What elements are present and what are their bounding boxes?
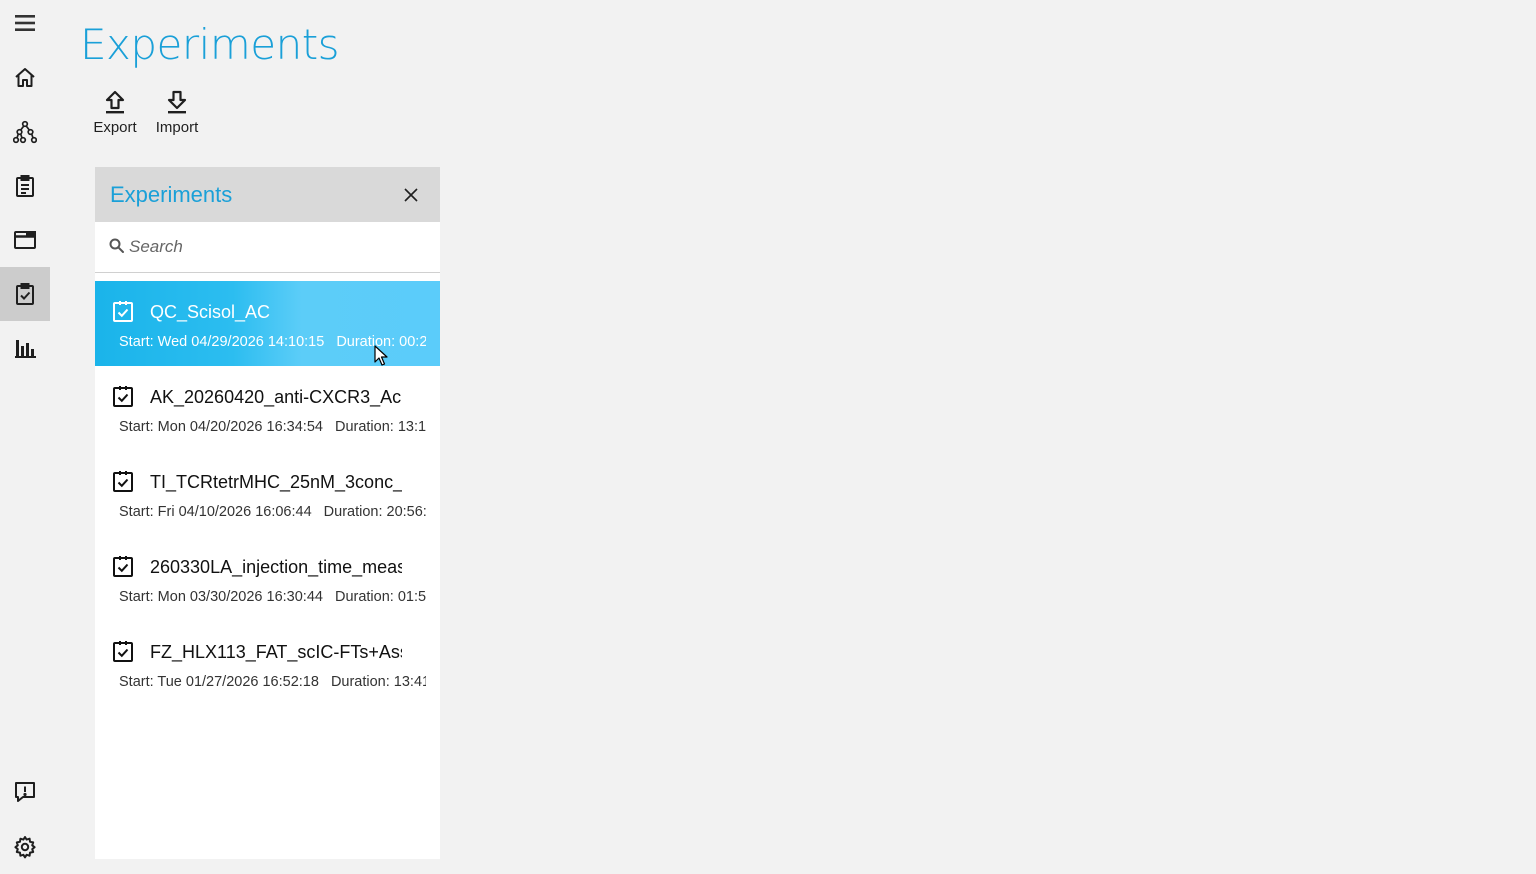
export-button[interactable]: Export [85, 90, 145, 142]
experiment-row[interactable]: FZ_HLX113_FAT_scIC-FTs+Association Start… [95, 621, 440, 706]
nav-windows[interactable] [0, 213, 50, 267]
experiment-start: Start: Tue 01/27/2026 16:52:18 [119, 674, 319, 690]
experiment-meta: Start: Tue 01/27/2026 16:52:18 Duration: … [119, 672, 426, 692]
experiment-name: FZ_HLX113_FAT_scIC-FTs+Association [150, 642, 402, 662]
page-title: Experiments [80, 20, 340, 69]
experiment-start: Start: Wed 04/29/2026 14:10:15 [119, 334, 325, 350]
clipboard-check-icon [16, 283, 34, 305]
close-panel-button[interactable] [399, 183, 423, 207]
experiment-name: QC_Scisol_AC [150, 302, 271, 322]
experiment-list: QC_Scisol_AC Start: Wed 04/29/2026 14:10… [95, 281, 440, 706]
clipboard-check-icon [113, 386, 133, 407]
nav-settings[interactable] [0, 820, 50, 874]
experiment-start: Start: Mon 04/20/2026 16:34:54 [119, 419, 323, 435]
panel-header: Experiments [95, 167, 440, 222]
experiment-start: Start: Mon 03/30/2026 16:30:44 [119, 589, 323, 605]
experiments-panel: Experiments QC_Scisol_AC Start: Wed 04/2… [95, 167, 440, 859]
experiment-duration: Duration: 20:56:31 [323, 504, 426, 520]
clipboard-check-icon [113, 556, 133, 577]
nav-methods[interactable] [0, 159, 50, 213]
import-label: Import [155, 119, 199, 136]
clipboard-icon [16, 175, 34, 197]
search-input[interactable] [129, 232, 429, 262]
experiment-row[interactable]: 260330LA_injection_time_measurement Star… [95, 536, 440, 621]
nav-workflow[interactable] [0, 105, 50, 159]
clipboard-check-icon [113, 301, 133, 322]
import-button[interactable]: Import [147, 90, 207, 142]
experiment-meta: Start: Mon 04/20/2026 16:34:54 Duration: … [119, 417, 426, 437]
export-label: Export [93, 119, 137, 136]
experiment-row[interactable]: TI_TCRtetrMHC_25nM_3conc_Plate Start: Fr… [95, 451, 440, 536]
bar-chart-icon [15, 340, 36, 358]
nav-feedback[interactable] [0, 765, 50, 819]
nav-results[interactable] [0, 321, 50, 375]
close-icon [404, 188, 418, 202]
experiment-duration: Duration: 13:41:02 [330, 674, 426, 690]
experiment-start: Start: Fri 04/10/2026 16:06:44 [119, 504, 312, 520]
clipboard-check-icon [113, 471, 133, 492]
hamburger-menu-button[interactable] [0, 0, 50, 50]
nav-experiments[interactable] [0, 267, 50, 321]
experiment-duration: Duration: 01:50:12 [334, 589, 426, 605]
experiment-row[interactable]: AK_20260420_anti-CXCR3_Acrobat Start: Mo… [95, 366, 440, 451]
experiment-row[interactable]: QC_Scisol_AC Start: Wed 04/29/2026 14:10… [95, 281, 440, 366]
mouse-cursor-icon [374, 345, 388, 366]
gear-icon [14, 836, 36, 859]
experiment-duration: Duration: 13:12:08 [334, 419, 426, 435]
panel-title: Experiments [110, 182, 233, 207]
home-icon [15, 68, 35, 87]
search-icon [109, 238, 124, 253]
clipboard-check-icon [113, 641, 133, 662]
export-icon [105, 90, 125, 114]
import-icon [167, 90, 187, 114]
feedback-icon [15, 782, 35, 802]
experiment-name: TI_TCRtetrMHC_25nM_3conc_Plate [150, 472, 402, 492]
experiment-name: AK_20260420_anti-CXCR3_Acrobat [150, 387, 402, 407]
nav-rail [0, 0, 50, 864]
hamburger-menu-icon [15, 15, 35, 31]
nav-home[interactable] [0, 51, 50, 105]
experiment-meta: Start: Mon 03/30/2026 16:30:44 Duration: … [119, 587, 426, 607]
experiment-name: 260330LA_injection_time_measurement [150, 557, 402, 577]
search-box [95, 222, 440, 273]
workflow-icon [13, 120, 37, 144]
experiment-meta: Start: Fri 04/10/2026 16:06:44 Duration: … [119, 502, 426, 522]
window-icon [14, 231, 36, 249]
